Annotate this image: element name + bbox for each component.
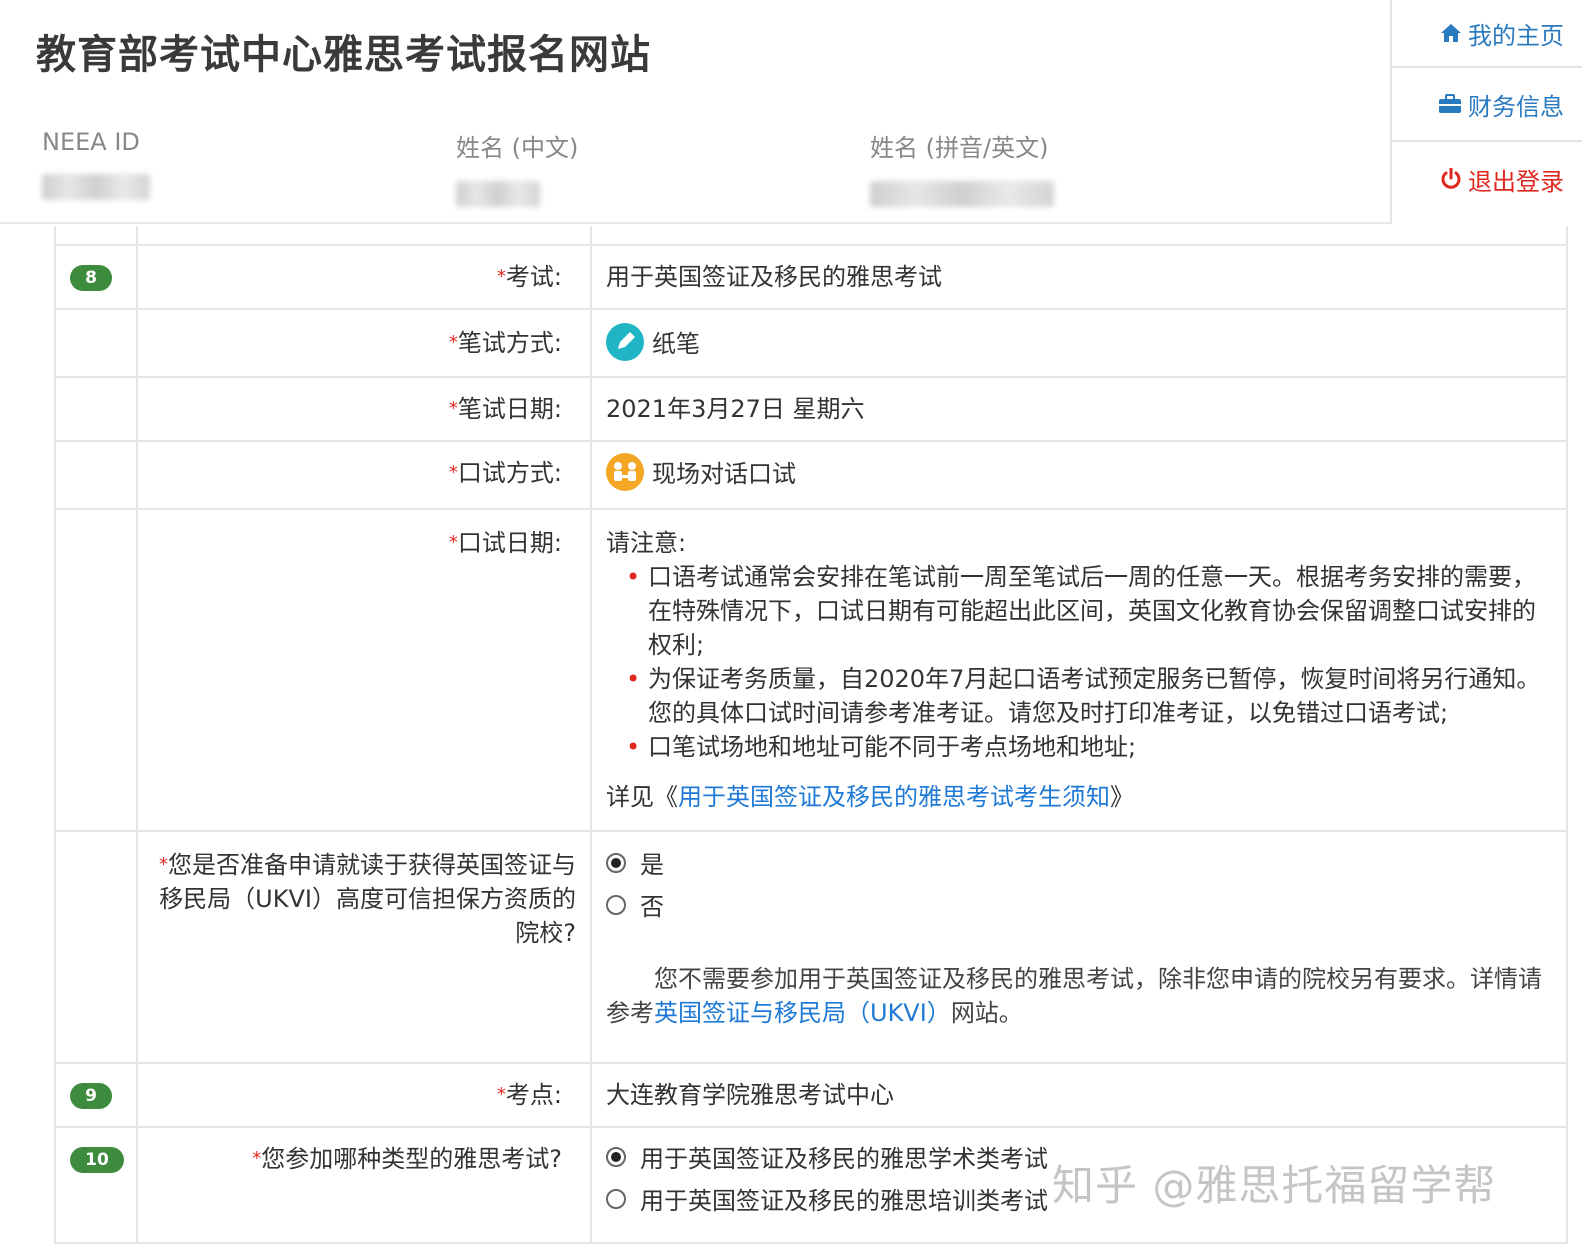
nav-home-link[interactable]: 我的主页 xyxy=(1392,0,1582,68)
ukvi-website-link[interactable]: 英国签证与移民局（UKVI） xyxy=(654,999,951,1027)
neea-id-value-redacted xyxy=(42,174,150,200)
radio-button[interactable] xyxy=(606,895,626,915)
chinese-name-field: 姓名 (中文) xyxy=(456,128,578,207)
nav-finance-label: 财务信息 xyxy=(1468,92,1564,121)
step-badge: 8 xyxy=(70,265,112,291)
exam-row: 8 *考试: 用于英国签证及移民的雅思考试 xyxy=(56,244,1568,308)
speaking-mode-label: 口试方式: xyxy=(457,459,562,487)
speaking-date-row: *口试日期: 请注意: 口语考试通常会安排在笔试前一周至笔试后一周的任意一天。根… xyxy=(56,508,1568,830)
required-mark: * xyxy=(496,266,506,287)
english-name-label: 姓名 (拼音/英文) xyxy=(870,134,1049,162)
chinese-name-label: 姓名 (中文) xyxy=(456,134,579,162)
notice-title: 请注意: xyxy=(606,529,687,557)
written-mode-value: 纸笔 xyxy=(652,330,700,358)
test-center-link[interactable]: 大连教育学院雅思考试中心 xyxy=(592,1064,1568,1126)
english-name-field: 姓名 (拼音/英文) xyxy=(870,128,1054,207)
details-line: 详见《用于英国签证及移民的雅思考试考生须知》 xyxy=(606,783,1134,811)
registration-form: 8 *考试: 用于英国签证及移民的雅思考试 *笔试方式: 纸笔 *笔试日期: 2… xyxy=(54,226,1568,1244)
site-title: 教育部考试中心雅思考试报名网站 xyxy=(36,32,651,78)
speaking-mode-value: 现场对话口试 xyxy=(652,460,796,488)
nav-home-label: 我的主页 xyxy=(1468,21,1564,50)
neea-id-label: NEEA ID xyxy=(42,128,140,156)
exam-label: 考试: xyxy=(505,263,562,291)
header-divider xyxy=(0,222,1390,224)
step-badge: 10 xyxy=(70,1147,124,1173)
pencil-icon xyxy=(606,323,644,361)
speaking-date-notice: 请注意: 口语考试通常会安排在笔试前一周至笔试后一周的任意一天。根据考务安排的需… xyxy=(592,510,1568,830)
notice-item: 口语考试通常会安排在笔试前一周至笔试后一周的任意一天。根据考务安排的需要，在特殊… xyxy=(624,560,1552,662)
test-center-label: 考点: xyxy=(505,1081,562,1109)
written-date-row: *笔试日期: 2021年3月27日 星期六 xyxy=(56,376,1568,440)
written-date-label: 笔试日期: xyxy=(457,395,562,423)
home-icon xyxy=(1441,24,1461,42)
ukvi-yes-option[interactable]: 是 xyxy=(606,844,1548,886)
notice-item: 为保证考务质量，自2020年7月起口语考试预定服务已暂停，恢复时间将另行通知。您… xyxy=(624,662,1552,730)
radio-button[interactable] xyxy=(606,1189,626,1209)
notice-item: 口笔试场地和地址可能不同于考点场地和地址; xyxy=(624,730,1552,764)
power-icon xyxy=(1441,168,1461,189)
written-mode-row: *笔试方式: 纸笔 xyxy=(56,308,1568,376)
notice-list: 口语考试通常会安排在笔试前一周至笔试后一周的任意一天。根据考务安排的需要，在特殊… xyxy=(606,560,1552,764)
form-top-strip xyxy=(56,226,1568,244)
ukvi-question-row: *您是否准备申请就读于获得英国签证与移民局（UKVI）高度可信担保方资质的院校?… xyxy=(56,830,1568,1062)
nav-finance-link[interactable]: 财务信息 xyxy=(1392,68,1582,142)
face-to-face-icon xyxy=(606,453,644,491)
written-mode-label: 笔试方式: xyxy=(457,329,562,357)
speaking-date-label: 口试日期: xyxy=(457,529,562,557)
radio-button-selected[interactable] xyxy=(606,1147,626,1167)
ukvi-no-option[interactable]: 否 xyxy=(606,886,1548,928)
exam-value: 用于英国签证及移民的雅思考试 xyxy=(606,263,942,291)
ukvi-hint: 您不需要参加用于英国签证及移民的雅思考试，除非您申请的院校另有要求。详情请参考英… xyxy=(606,965,1542,1027)
english-name-value-redacted xyxy=(870,181,1054,207)
nav-logout-link[interactable]: 退出登录 xyxy=(1392,142,1582,216)
chinese-name-value-redacted xyxy=(456,181,540,207)
nav-logout-label: 退出登录 xyxy=(1468,167,1564,196)
radio-button-selected[interactable] xyxy=(606,853,626,873)
candidate-notice-link[interactable]: 用于英国签证及移民的雅思考试考生须知 xyxy=(678,783,1110,811)
test-center-row: 9 *考点: 大连教育学院雅思考试中心 xyxy=(56,1062,1568,1126)
neea-id-field: NEEA ID xyxy=(42,128,150,200)
written-date-value: 2021年3月27日 星期六 xyxy=(606,395,865,423)
test-type-label: 您参加哪种类型的雅思考试? xyxy=(261,1145,562,1173)
right-nav: 我的主页 财务信息 退出登录 xyxy=(1390,0,1582,224)
step-badge: 9 xyxy=(70,1083,112,1109)
briefcase-icon xyxy=(1439,94,1461,113)
speaking-mode-row: *口试方式: 现场对话口试 xyxy=(56,440,1568,508)
watermark: 知乎 @雅思托福留学帮 xyxy=(1052,1161,1497,1210)
ukvi-question-label: 您是否准备申请就读于获得英国签证与移民局（UKVI）高度可信担保方资质的院校? xyxy=(159,851,576,947)
